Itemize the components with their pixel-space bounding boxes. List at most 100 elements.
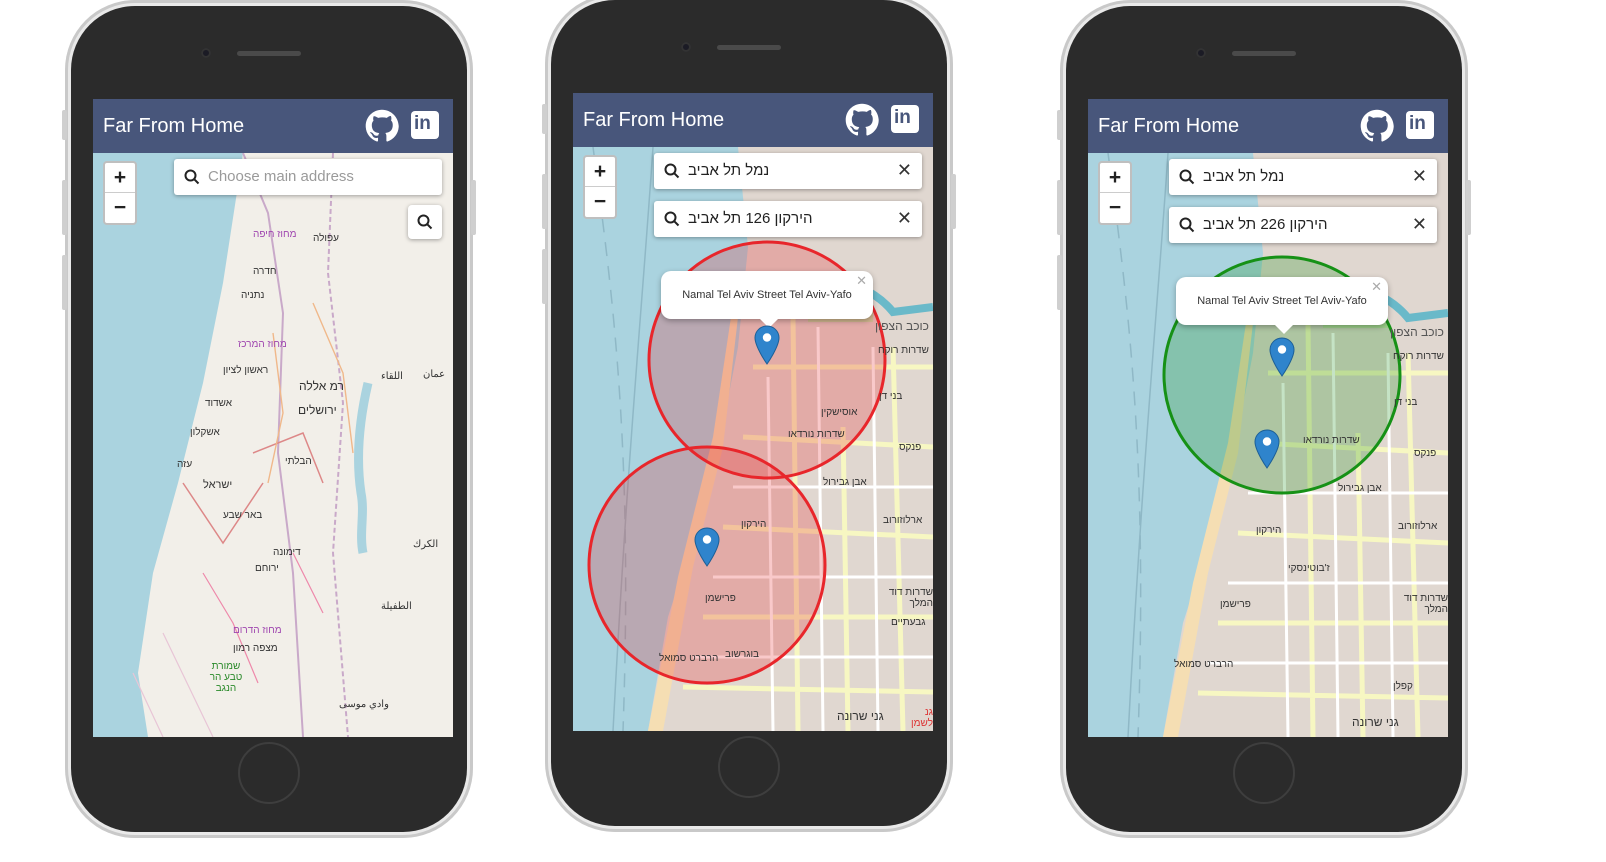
phone-side-button: [951, 174, 956, 229]
speaker: [1232, 51, 1296, 56]
map-label: גנ לשמן: [911, 707, 933, 729]
map-label: אוסישקין: [821, 407, 858, 418]
map-label: عمان: [423, 369, 446, 380]
zoom-control: + −: [1098, 161, 1132, 225]
linkedin-icon[interactable]: in: [411, 111, 439, 139]
zoom-in-button[interactable]: +: [585, 157, 615, 187]
map-label: שדרות דוד המלך: [888, 587, 933, 609]
map-label: פנקס: [899, 442, 922, 453]
search-placeholder: Choose main address: [208, 168, 354, 185]
map-label: גני שרונה: [837, 709, 884, 723]
secondary-address-search[interactable]: הירקון 126 תל אביב ✕: [654, 201, 922, 237]
home-button[interactable]: [238, 742, 300, 804]
secondary-address-search[interactable]: הירקון 226 תל אביב ✕: [1169, 207, 1437, 243]
search-toggle-button[interactable]: [408, 205, 442, 239]
map-label: מחוז חיפה: [253, 229, 297, 240]
search-icon: [184, 169, 200, 185]
phone-side-button: [62, 110, 67, 140]
map-label: ישראל: [203, 479, 233, 491]
github-icon[interactable]: [1360, 109, 1394, 143]
close-icon[interactable]: ✕: [856, 273, 867, 289]
linkedin-icon[interactable]: in: [891, 105, 919, 133]
map-label: ירוחם: [255, 563, 279, 574]
map-label: מחוז הדרום: [233, 625, 282, 636]
map-label: חדרה: [253, 266, 277, 277]
map-label: גני שרונה: [1352, 715, 1399, 729]
phone-side-button: [62, 255, 67, 310]
search-value: נמל תל אביב: [688, 162, 770, 179]
map-label: מצפה רמון: [233, 643, 278, 654]
map-label: דימונה: [273, 547, 301, 558]
map-label: פנקס: [1414, 448, 1437, 459]
phone-side-button: [471, 180, 476, 235]
main-address-search[interactable]: נמל תל אביב ✕: [654, 153, 922, 189]
search-icon: [1179, 169, 1195, 185]
map-label: רמ אללה: [299, 379, 344, 393]
map-label: הרברט סמואל: [659, 653, 719, 664]
app-title: Far From Home: [1098, 115, 1240, 137]
phone-side-button: [1057, 110, 1062, 140]
map-pin-icon[interactable]: [1254, 429, 1280, 469]
map-label: שדרות רוקח: [1393, 351, 1444, 362]
main-address-search[interactable]: נמל תל אביב ✕: [1169, 159, 1437, 195]
location-popup: Namal Tel Aviv Street Tel Aviv-Yafo ✕: [1176, 277, 1388, 334]
search-value: הירקון 226 תל אביב: [1203, 216, 1328, 233]
map-label: ארלוזורוב: [883, 515, 923, 526]
phone-side-button: [1057, 255, 1062, 310]
home-button[interactable]: [718, 736, 780, 798]
map-label: כוכב הצפון: [875, 319, 929, 333]
phone-side-button: [1057, 180, 1062, 235]
map-label: נתניה: [241, 290, 265, 301]
map-label: שדרות רוקח: [878, 345, 929, 356]
app-screen-1: Far From Home in מחוז חיפה עפולה חדרה נת…: [93, 99, 453, 737]
map-view[interactable]: מחוז חיפה עפולה חדרה נתניה מחוז המרכז רא…: [93, 153, 453, 737]
map-pin-icon[interactable]: [694, 527, 720, 567]
github-icon[interactable]: [365, 109, 399, 143]
search-value: הירקון 126 תל אביב: [688, 210, 813, 227]
map-pin-icon[interactable]: [1269, 337, 1295, 377]
phone-side-button: [542, 249, 547, 304]
map-view[interactable]: כוכב הצפון שדרות רוקח בני דן אוסישקין שד…: [573, 147, 933, 731]
zoom-in-button[interactable]: +: [1100, 163, 1130, 193]
zoom-out-button[interactable]: −: [105, 193, 135, 222]
map-label: שדרות נורדאו: [1303, 435, 1360, 446]
map-view[interactable]: כוכב הצפון שדרות רוקח בני דן שדרות נורדא…: [1088, 153, 1448, 737]
zoom-control: + −: [583, 155, 617, 219]
search-icon: [417, 214, 433, 230]
camera-icon: [681, 42, 691, 52]
speaker: [717, 45, 781, 50]
home-button[interactable]: [1233, 742, 1295, 804]
map-label: אבן גבירול: [1338, 483, 1382, 494]
map-label: اللقاء: [381, 371, 403, 382]
map-label: שדרות נורדאו: [788, 429, 845, 440]
map-label: ארלוזורוב: [1398, 521, 1438, 532]
map-label: כוכב הצפון: [1390, 325, 1444, 339]
map-label: קפלן: [1393, 681, 1413, 692]
linkedin-icon[interactable]: in: [1406, 111, 1434, 139]
phone-side-button: [1466, 180, 1471, 235]
popup-text: Namal Tel Aviv Street Tel Aviv-Yafo: [682, 289, 852, 301]
speaker: [237, 51, 301, 56]
zoom-out-button[interactable]: −: [585, 187, 615, 216]
close-icon[interactable]: ✕: [897, 208, 912, 229]
zoom-in-button[interactable]: +: [105, 163, 135, 193]
map-pin-icon[interactable]: [754, 325, 780, 365]
map-label: שדרות דוד המלך: [1403, 593, 1448, 615]
app-title: Far From Home: [583, 109, 725, 131]
close-icon[interactable]: ✕: [1371, 279, 1382, 295]
popup-text: Namal Tel Aviv Street Tel Aviv-Yafo: [1197, 295, 1367, 307]
close-icon[interactable]: ✕: [1412, 166, 1427, 187]
zoom-out-button[interactable]: −: [1100, 193, 1130, 222]
camera-icon: [1196, 48, 1206, 58]
phone-side-button: [542, 104, 547, 134]
map-label: ז'בוטינסקי: [1288, 563, 1330, 574]
app-screen-2: Far From Home in כוכב הצפון שדרות רוקח ב…: [573, 93, 933, 731]
map-label: שמורת טבע הר הנגב: [209, 661, 243, 694]
close-icon[interactable]: ✕: [1412, 214, 1427, 235]
map-label: גבעתיים: [891, 617, 926, 628]
map-label: אבן גבירול: [823, 477, 867, 488]
github-icon[interactable]: [845, 103, 879, 137]
main-address-search[interactable]: Choose main address: [174, 159, 442, 195]
close-icon[interactable]: ✕: [897, 160, 912, 181]
phone-mockup-1: Far From Home in מחוז חיפה עפולה חדרה נת…: [62, 0, 476, 838]
